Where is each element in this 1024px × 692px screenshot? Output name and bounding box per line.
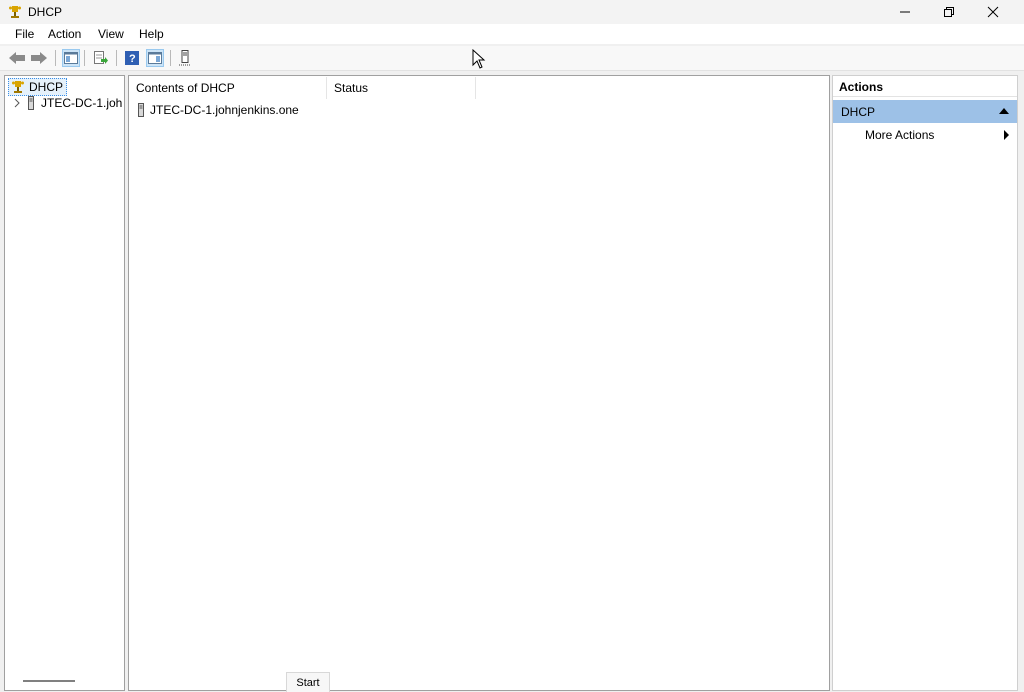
server-icon <box>28 96 34 110</box>
svg-text:?: ? <box>129 53 136 65</box>
restore-button[interactable] <box>926 0 972 24</box>
server-icon <box>138 103 144 117</box>
export-list-icon <box>94 51 108 64</box>
forward-button[interactable] <box>30 49 48 67</box>
tree-node-label: DHCP <box>29 80 64 94</box>
start-tab[interactable]: Start <box>286 672 330 692</box>
collapse-up-icon[interactable] <box>999 108 1009 114</box>
mouse-cursor-icon <box>472 49 486 69</box>
dhcp-icon <box>12 81 24 93</box>
column-header-status[interactable]: Status <box>327 77 476 99</box>
more-actions-label: More Actions <box>865 128 935 142</box>
content-pane[interactable]: Contents of DHCP Status JTEC-DC-1.johnje… <box>128 75 830 691</box>
horizontal-scrollbar[interactable] <box>23 680 75 682</box>
toolbar-separator <box>170 50 171 66</box>
minimize-icon <box>900 11 910 13</box>
menu-bar: File Action View Help <box>0 24 1024 44</box>
show-hide-action-pane-button[interactable] <box>146 49 164 67</box>
dhcp-app-icon <box>8 5 22 22</box>
actions-pane: Actions DHCP More Actions <box>832 75 1018 691</box>
toolbar-separator <box>84 50 85 66</box>
toolbar-separator <box>55 50 56 66</box>
tree-node-label: JTEC-DC-1.joh <box>41 96 123 110</box>
export-list-button[interactable] <box>92 49 110 67</box>
list-item[interactable]: JTEC-DC-1.johnjenkins.one <box>137 103 299 117</box>
menu-action[interactable]: Action <box>48 27 81 41</box>
restore-icon <box>944 7 954 17</box>
close-icon <box>987 6 999 18</box>
toolbar-separator <box>116 50 117 66</box>
help-button[interactable]: ? <box>123 49 141 67</box>
title-bar: DHCP <box>0 0 1024 24</box>
more-actions-item[interactable]: More Actions <box>865 128 1015 142</box>
menu-view[interactable]: View <box>98 27 124 41</box>
toolbar: ? <box>0 46 1024 71</box>
help-icon: ? <box>125 51 139 65</box>
list-item-name: JTEC-DC-1.johnjenkins.one <box>150 103 299 117</box>
back-icon <box>9 52 25 64</box>
show-hide-console-tree-button[interactable] <box>62 49 80 67</box>
show-hide-console-tree-icon <box>64 52 78 64</box>
window-title: DHCP <box>28 5 63 19</box>
console-tree-pane[interactable]: DHCP JTEC-DC-1.joh <box>4 75 125 691</box>
server-icon <box>179 50 191 66</box>
tree-node-dhcp[interactable]: DHCP <box>8 78 68 96</box>
close-button[interactable] <box>970 0 1016 24</box>
chevron-right-icon[interactable] <box>13 98 21 108</box>
tree-node-server[interactable]: JTEC-DC-1.joh <box>13 96 122 110</box>
back-button[interactable] <box>8 49 26 67</box>
show-hide-action-pane-icon <box>148 52 162 64</box>
minimize-button[interactable] <box>882 0 928 24</box>
actions-section-label: DHCP <box>841 104 876 119</box>
menu-help[interactable]: Help <box>139 27 164 41</box>
menu-file[interactable]: File <box>15 27 34 41</box>
submenu-arrow-icon <box>1004 130 1009 140</box>
server-button[interactable] <box>176 49 194 67</box>
actions-title: Actions <box>833 77 1017 97</box>
column-header-contents[interactable]: Contents of DHCP <box>129 77 327 99</box>
actions-section-dhcp[interactable]: DHCP <box>833 100 1017 123</box>
forward-icon <box>31 52 47 64</box>
